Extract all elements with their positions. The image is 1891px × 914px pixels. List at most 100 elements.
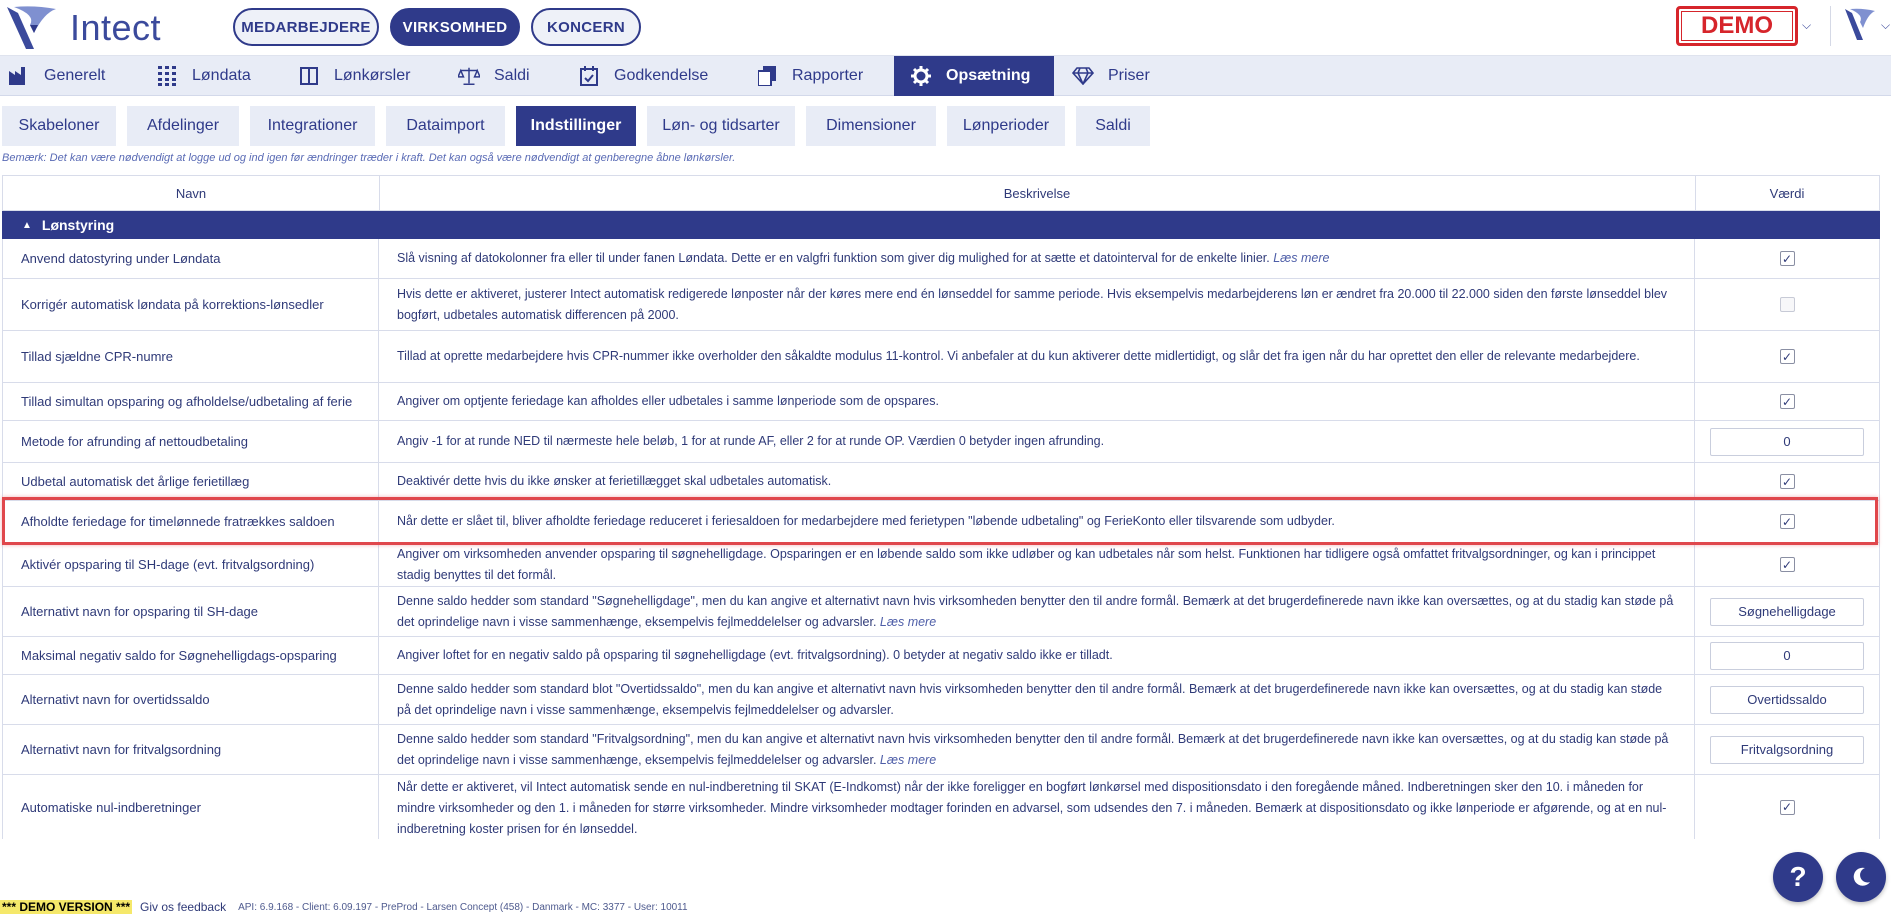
scope-tab-virksomhed[interactable]: VIRKSOMHED	[390, 8, 520, 46]
setting-name: Udbetal automatisk det årlige ferietillæ…	[3, 463, 379, 500]
nav-label: Godkendelse	[614, 67, 709, 84]
setting-name: Automatiske nul-indberetninger	[3, 775, 379, 839]
nav-loenkoersler[interactable]: Lønkørsler	[298, 56, 448, 96]
setting-checkbox[interactable]: ✓	[1779, 251, 1795, 266]
setting-name: Metode for afrunding af nettoudbetaling	[3, 421, 379, 462]
column-header-vaerdi[interactable]: Værdi	[1695, 176, 1879, 210]
read-more-link[interactable]: Læs mere	[880, 753, 936, 767]
subtab-indstillinger[interactable]: Indstillinger	[516, 106, 636, 146]
rounding-method-input[interactable]: 0	[1710, 427, 1864, 456]
table-row: Tillad simultan opsparing og afholdelse/…	[2, 383, 1880, 421]
app-header: Intect MEDARBEJDERE VIRKSOMHED KONCERN D…	[0, 0, 1891, 56]
setting-checkbox[interactable]: ✓	[1779, 799, 1795, 815]
setting-description: Tillad at oprette medarbejdere hvis CPR-…	[379, 331, 1695, 382]
setting-name: Alternativt navn for opsparing til SH-da…	[3, 587, 379, 636]
table-row: Automatiske nul-indberetninger Når dette…	[2, 775, 1880, 839]
setting-checkbox[interactable]: ✓	[1779, 394, 1795, 409]
subtab-loen-og-tidsarter[interactable]: Løn- og tidsarter	[647, 106, 795, 146]
header-divider	[1830, 6, 1831, 46]
nav-label: Opsætning	[946, 67, 1031, 84]
subtab-dataimport[interactable]: Dataimport	[386, 106, 505, 146]
table-row: Maksimal negativ saldo for Søgnehelligda…	[2, 637, 1880, 675]
subtab-integrationer[interactable]: Integrationer	[250, 106, 375, 146]
version-info: API: 6.9.168 - Client: 6.09.197 - PrePro…	[238, 901, 688, 913]
subtab-afdelinger[interactable]: Afdelinger	[127, 106, 239, 146]
setting-checkbox[interactable]: ✓	[1779, 474, 1795, 489]
help-button[interactable]: ?	[1773, 852, 1823, 902]
setting-description: Angiver loftet for en negativ saldo på o…	[379, 637, 1695, 674]
nav-opsaetning[interactable]: Opsætning	[894, 56, 1054, 96]
description-text: Denne saldo hedder som standard "Fritval…	[397, 731, 1669, 767]
nav-priser[interactable]: Priser	[1072, 56, 1192, 96]
demo-badge[interactable]: DEMO	[1676, 6, 1798, 46]
read-more-link[interactable]: Læs mere	[880, 615, 936, 629]
columns-icon	[298, 65, 320, 87]
diamond-icon	[1072, 65, 1094, 87]
setting-name: Maksimal negativ saldo for Søgnehelligda…	[3, 637, 379, 674]
nav-rapporter[interactable]: Rapporter	[756, 56, 896, 96]
subtab-dimensioner[interactable]: Dimensioner	[806, 106, 936, 146]
table-header: Navn Beskrivelse Værdi	[2, 175, 1880, 211]
overtime-name-input[interactable]: Overtidssaldo	[1710, 685, 1864, 714]
main-nav: Generelt Løndata Lønkørsler Saldi Godken…	[0, 56, 1891, 96]
column-header-beskrivelse[interactable]: Beskrivelse	[379, 176, 1695, 210]
nav-loendata[interactable]: Løndata	[156, 56, 288, 96]
intect-logo-mark-icon	[7, 6, 56, 49]
table-row: Alternativt navn for opsparing til SH-da…	[2, 587, 1880, 637]
table-row: Tillad sjældne CPR-numre Tillad at opret…	[2, 331, 1880, 383]
table-row: Metode for afrunding af nettoudbetaling …	[2, 421, 1880, 463]
nav-generelt[interactable]: Generelt	[8, 56, 150, 96]
nav-label: Saldi	[494, 67, 530, 84]
nav-label: Priser	[1108, 67, 1150, 84]
nav-label: Generelt	[44, 67, 106, 84]
factory-icon	[8, 65, 30, 87]
setting-description: Denne saldo hedder som standard "Søgnehe…	[379, 587, 1695, 636]
nav-saldi[interactable]: Saldi	[458, 56, 568, 96]
account-chevron-icon[interactable]: ⌵	[1881, 18, 1890, 33]
setting-checkbox[interactable]: ✓	[1779, 349, 1795, 364]
setting-checkbox[interactable]	[1779, 297, 1795, 312]
nav-godkendelse[interactable]: Godkendelse	[578, 56, 738, 96]
setting-name: Anvend datostyring under Løndata	[3, 239, 379, 278]
account-logo-icon[interactable]	[1843, 6, 1879, 44]
setting-name: Alternativt navn for fritvalgsordning	[3, 725, 379, 774]
intect-logo[interactable]: Intect	[4, 2, 179, 54]
setting-checkbox[interactable]: ✓	[1779, 514, 1795, 529]
scale-icon	[458, 65, 480, 87]
setting-description: Denne saldo hedder som standard blot "Ov…	[379, 675, 1695, 724]
setting-description: Når dette er aktiveret, vil Intect autom…	[379, 775, 1695, 839]
free-choice-name-input[interactable]: Fritvalgsordning	[1710, 735, 1864, 764]
description-text: Slå visning af datokolonner fra eller ti…	[397, 251, 1270, 265]
feedback-link[interactable]: Giv os feedback	[140, 900, 226, 914]
moon-icon	[1853, 867, 1870, 886]
table-row: Korrigér automatisk løndata på korrektio…	[2, 279, 1880, 331]
table-row: Afholdte feriedage for timelønnede fratr…	[2, 501, 1880, 543]
sh-days-name-input[interactable]: Søgnehelligdage	[1710, 597, 1864, 626]
setting-description: Angiver om optjente feriedage kan afhold…	[379, 383, 1695, 420]
scope-tab-koncern[interactable]: KONCERN	[531, 8, 641, 46]
demo-version-label: *** DEMO VERSION ***	[0, 900, 133, 914]
table-row: Aktivér opsparing til SH-dage (evt. frit…	[2, 543, 1880, 587]
subtab-loenperioder[interactable]: Lønperioder	[947, 106, 1065, 146]
setting-name: Korrigér automatisk løndata på korrektio…	[3, 279, 379, 330]
documents-icon	[756, 65, 778, 87]
column-header-navn[interactable]: Navn	[3, 176, 379, 210]
subtab-skabeloner[interactable]: Skabeloner	[2, 106, 116, 146]
setting-description: Når dette er slået til, bliver afholdte …	[379, 501, 1695, 542]
group-header-loenstyring[interactable]: ▲ Lønstyring	[2, 211, 1880, 239]
setting-name: Alternativt navn for overtidssaldo	[3, 675, 379, 724]
max-negative-balance-input[interactable]: 0	[1710, 641, 1864, 670]
calendar-check-icon	[578, 65, 600, 87]
setting-description: Denne saldo hedder som standard "Fritval…	[379, 725, 1695, 774]
setting-checkbox[interactable]: ✓	[1779, 557, 1795, 572]
chevron-down-icon[interactable]: ⌵	[1802, 18, 1811, 33]
collapse-triangle-icon: ▲	[22, 219, 32, 231]
nav-label: Lønkørsler	[334, 67, 411, 84]
scope-tab-medarbejdere[interactable]: MEDARBEJDERE	[233, 8, 379, 46]
dark-mode-button[interactable]	[1836, 852, 1886, 902]
setting-name: Aktivér opsparing til SH-dage (evt. frit…	[3, 543, 379, 586]
setting-description: Hvis dette er aktiveret, justerer Intect…	[379, 279, 1695, 330]
grid-icon	[156, 65, 178, 87]
read-more-link[interactable]: Læs mere	[1273, 251, 1329, 265]
subtab-saldi[interactable]: Saldi	[1076, 106, 1150, 146]
